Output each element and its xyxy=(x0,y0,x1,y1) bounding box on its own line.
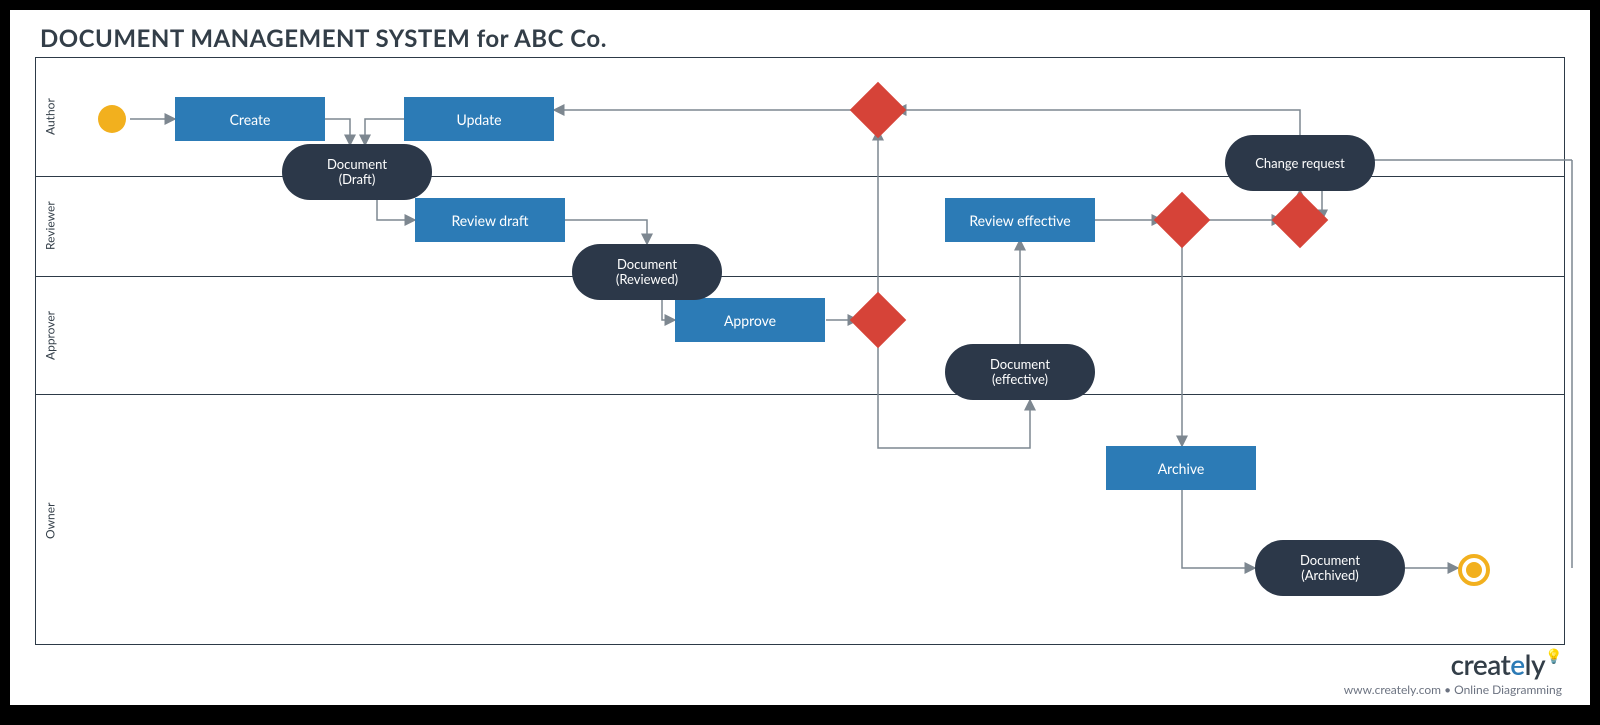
lane-label-owner: Owner xyxy=(36,395,64,647)
decision-author xyxy=(858,90,898,130)
activity-review-effective: Review effective xyxy=(945,198,1095,242)
text: (Draft) xyxy=(339,172,376,187)
decision-reviewer-a xyxy=(1162,200,1202,240)
object-document-archived: Document (Archived) xyxy=(1255,540,1405,596)
object-document-draft: Document (Draft) xyxy=(282,144,432,200)
lane-label-reviewer: Reviewer xyxy=(36,177,64,275)
decision-approver xyxy=(858,300,898,340)
decision-reviewer-b xyxy=(1280,200,1320,240)
text: Document xyxy=(1300,553,1360,568)
end-node xyxy=(1458,554,1490,586)
activity-update: Update xyxy=(404,97,554,141)
text: Document xyxy=(617,257,677,272)
lane-divider xyxy=(35,276,1565,277)
text: (effective) xyxy=(992,372,1048,387)
text: Change request xyxy=(1255,156,1345,171)
text: (Archived) xyxy=(1301,568,1358,583)
activity-create: Create xyxy=(175,97,325,141)
lane-label-approver: Approver xyxy=(36,277,64,393)
text: Document xyxy=(327,157,387,172)
text: (Reviewed) xyxy=(616,272,678,287)
activity-change-request: Change request xyxy=(1225,135,1375,191)
start-node xyxy=(98,105,126,133)
creately-logo: creately💡 xyxy=(1451,647,1562,681)
text: Document xyxy=(990,357,1050,372)
object-document-reviewed: Document (Reviewed) xyxy=(572,244,722,300)
lane-divider xyxy=(35,394,1565,395)
object-document-effective: Document (effective) xyxy=(945,344,1095,400)
activity-archive: Archive xyxy=(1106,446,1256,490)
lane-label-author: Author xyxy=(36,58,64,176)
activity-review-draft: Review draft xyxy=(415,198,565,242)
diagram-title: DOCUMENT MANAGEMENT SYSTEM for ABC Co. xyxy=(40,24,607,53)
activity-approve: Approve xyxy=(675,298,825,342)
footer-tagline: www.creately.com • Online Diagramming xyxy=(1344,682,1562,697)
